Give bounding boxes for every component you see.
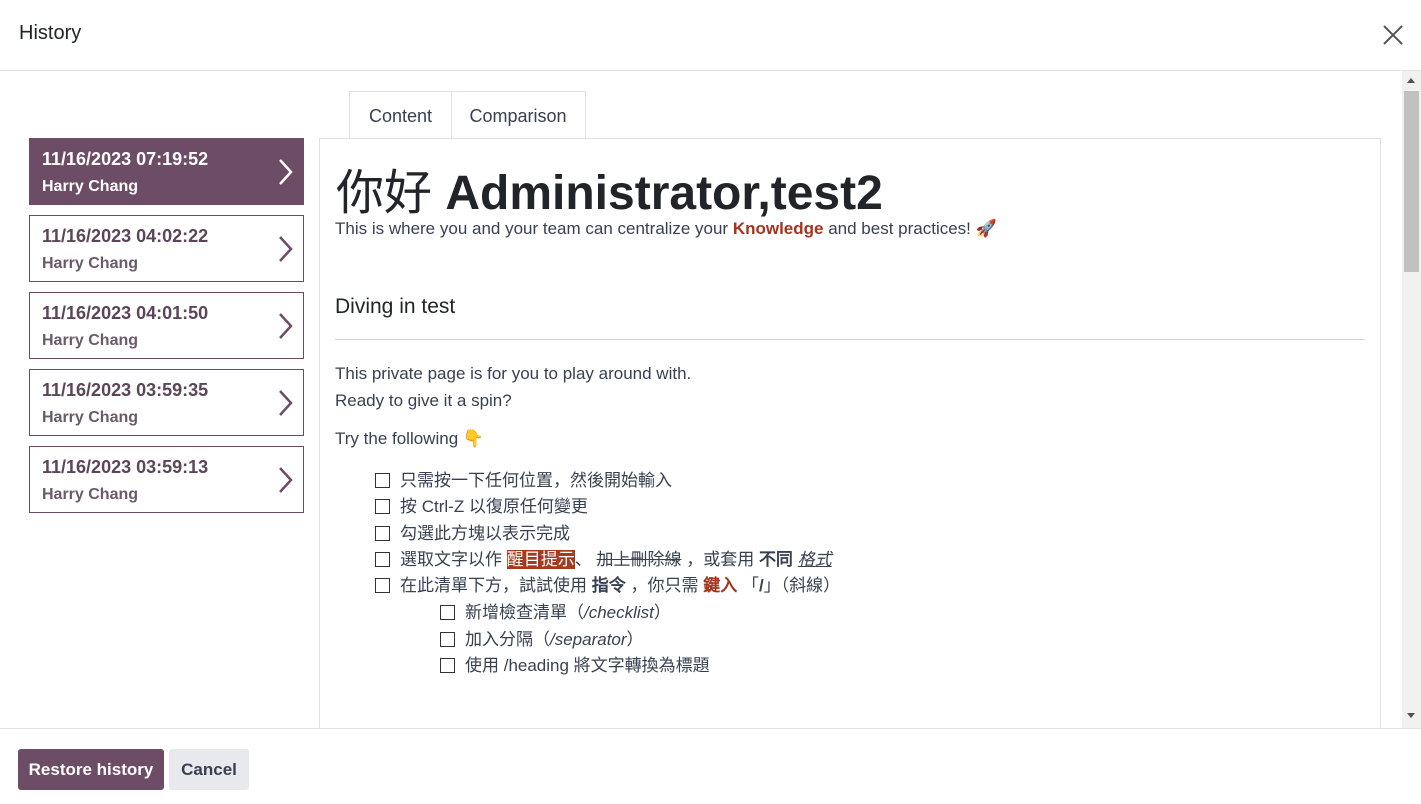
- checklist-item: 選取文字以作 醒目提示、 加上刪除線 ，或套用 不同 格式: [375, 545, 832, 570]
- checklist-text: ）: [626, 630, 644, 649]
- close-icon[interactable]: [1381, 23, 1405, 47]
- checklist-item: 在此清單下方，試試使用 指令 ，你只需 鍵入 「/」（斜線）: [375, 571, 840, 596]
- scroll-down-icon[interactable]: [1407, 713, 1415, 718]
- checklist-text: 、: [574, 550, 592, 569]
- checkbox[interactable]: [440, 605, 455, 620]
- checklist-text: 加入分隔（: [465, 630, 550, 649]
- checklist-text: ）: [653, 603, 671, 622]
- tab-comparison[interactable]: Comparison: [451, 91, 586, 139]
- version-item[interactable]: 11/16/2023 03:59:13 Harry Chang: [29, 446, 304, 513]
- version-date: 11/16/2023 04:02:22: [42, 226, 209, 246]
- version-item[interactable]: 11/16/2023 04:02:22 Harry Chang: [29, 215, 304, 282]
- checklist-subitem: 加入分隔（/separator）: [440, 625, 644, 650]
- dialog-body: 11/16/2023 07:19:52 Harry Chang 11/16/20…: [0, 71, 1402, 728]
- section-heading: Diving in test: [335, 295, 456, 318]
- checkbox[interactable]: [440, 658, 455, 673]
- checklist-subitem: 使用 /heading 將文字轉換為標題: [440, 651, 710, 676]
- checklist-text: 」（斜線）: [763, 576, 841, 595]
- divider: [335, 339, 1365, 340]
- checklist-text: 按 Ctrl-Z 以復原任何變更: [400, 497, 588, 516]
- content-panel: 你好 Administrator,test2 This is where you…: [319, 138, 1381, 728]
- vertical-scrollbar[interactable]: [1402, 71, 1421, 728]
- paragraph-text: Try the following: [335, 429, 459, 448]
- chevron-right-icon: [279, 390, 293, 416]
- bold-text: 指令: [591, 576, 626, 595]
- scrollbar-thumb[interactable]: [1404, 91, 1419, 272]
- command-text: /separator: [550, 630, 627, 649]
- chevron-right-icon: [279, 159, 293, 185]
- checklist-text: 勾選此方塊以表示完成: [400, 524, 570, 543]
- checklist-text: 在此清單下方，試試使用: [400, 576, 587, 595]
- checkbox[interactable]: [375, 552, 390, 567]
- version-date: 11/16/2023 04:01:50: [42, 303, 209, 323]
- strikethrough-text: 加上刪除線: [596, 550, 682, 569]
- checkbox[interactable]: [440, 632, 455, 647]
- cancel-button[interactable]: Cancel: [169, 749, 249, 790]
- checklist-text: ，你只需: [630, 576, 699, 595]
- checklist-text: 選取文字以作: [400, 550, 502, 569]
- pointing-down-icon: 👇: [462, 429, 485, 448]
- version-date: 11/16/2023 07:19:52: [42, 149, 209, 169]
- version-author: Harry Chang: [42, 178, 139, 195]
- checkbox[interactable]: [375, 473, 390, 488]
- checklist-item: 勾選此方塊以表示完成: [375, 519, 570, 544]
- checklist-text: 「: [741, 576, 759, 595]
- version-date: 11/16/2023 03:59:35: [42, 380, 209, 400]
- checkbox[interactable]: [375, 578, 390, 593]
- version-author: Harry Chang: [42, 332, 139, 349]
- intro-text: This is where you and your team can cent…: [335, 219, 729, 238]
- version-author: Harry Chang: [42, 409, 139, 426]
- version-item[interactable]: 11/16/2023 04:01:50 Harry Chang: [29, 292, 304, 359]
- checklist-item: 按 Ctrl-Z 以復原任何變更: [375, 492, 588, 517]
- dialog-title: History: [19, 22, 82, 44]
- article-title-name: Administrator,test2: [445, 167, 883, 220]
- bold-text: 不同: [758, 550, 793, 569]
- highlighted-text: 醒目提示: [506, 550, 575, 569]
- version-list: 11/16/2023 07:19:52 Harry Chang 11/16/20…: [29, 138, 304, 523]
- checklist-item: 只需按一下任何位置，然後開始輸入: [375, 466, 672, 491]
- keyword-text: 鍵入: [703, 576, 738, 595]
- intro-keyword: Knowledge: [732, 219, 824, 238]
- dialog-header: History: [0, 0, 1421, 71]
- checklist-text: 只需按一下任何位置，然後開始輸入: [400, 471, 672, 490]
- version-item[interactable]: 11/16/2023 03:59:35 Harry Chang: [29, 369, 304, 436]
- paragraph: This private page is for you to play aro…: [335, 364, 692, 383]
- rocket-icon: 🚀: [975, 219, 997, 238]
- chevron-right-icon: [279, 236, 293, 262]
- checkbox[interactable]: [375, 499, 390, 514]
- checklist-text: 新增檢查清單（: [465, 603, 584, 622]
- scroll-up-icon[interactable]: [1407, 78, 1415, 83]
- article-intro: This is where you and your team can cent…: [335, 219, 997, 239]
- chevron-right-icon: [279, 467, 293, 493]
- checklist-text: ，或套用: [686, 550, 755, 569]
- checklist-text: 使用 /heading 將文字轉換為標題: [465, 656, 710, 675]
- version-date: 11/16/2023 03:59:13: [42, 457, 209, 477]
- checklist-subitem: 新增檢查清單（/checklist）: [440, 598, 671, 623]
- restore-history-button[interactable]: Restore history: [18, 749, 164, 790]
- tab-content[interactable]: Content: [349, 91, 452, 139]
- dialog-footer: Restore history Cancel: [0, 728, 1421, 804]
- checkbox[interactable]: [375, 526, 390, 541]
- version-author: Harry Chang: [42, 486, 139, 503]
- italic-text: 格式: [797, 550, 832, 569]
- article-title: 你好 Administrator,test2: [336, 153, 883, 223]
- version-item[interactable]: 11/16/2023 07:19:52 Harry Chang: [29, 138, 304, 205]
- chevron-right-icon: [279, 313, 293, 339]
- command-text: /checklist: [584, 603, 654, 622]
- version-author: Harry Chang: [42, 255, 139, 272]
- paragraph: Try the following 👇: [335, 429, 484, 449]
- intro-text-end: and best practices!: [828, 219, 971, 238]
- article-title-greeting: 你好: [336, 167, 433, 220]
- paragraph: Ready to give it a spin?: [335, 391, 512, 410]
